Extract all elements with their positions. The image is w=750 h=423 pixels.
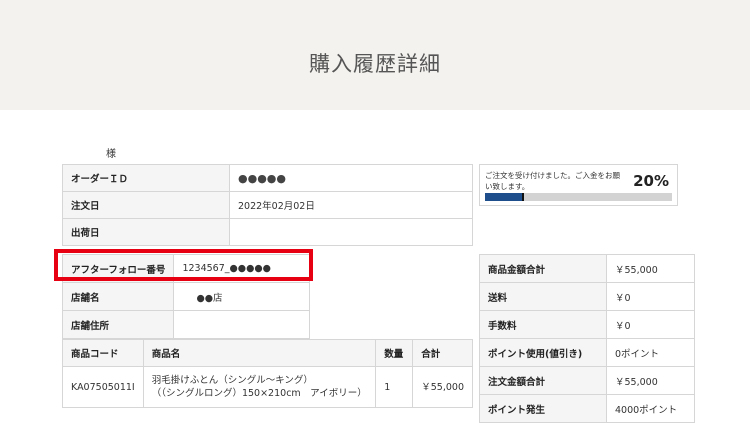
subtotal-value: ￥55,000 <box>606 254 695 283</box>
table-row: 送料 ￥0 <box>479 282 695 311</box>
order-id-label: オーダーＩＤ <box>62 164 230 192</box>
table-row: 手数料 ￥0 <box>479 310 695 339</box>
order-status-box: ご注文を受け付けました。ご入金をお願い致します。 20% <box>479 164 678 206</box>
table-row: ポイント発生 4000ポイント <box>479 394 695 423</box>
col-product-code: 商品コード <box>62 339 144 367</box>
shipping-value: ￥0 <box>606 282 695 311</box>
col-total: 合計 <box>412 339 473 367</box>
status-percent: 20% <box>633 172 669 190</box>
item-code: KA07505011I <box>62 366 144 408</box>
after-follow-highlight <box>54 249 313 281</box>
col-product-name: 商品名 <box>142 339 377 367</box>
page-title: 購入履歴詳細 <box>309 52 441 76</box>
item-name-line2: （（シングルロング）150×210cm アイボリー） <box>151 388 367 399</box>
fee-label: 手数料 <box>479 310 607 339</box>
table-row: 店舗名 ●●店 <box>61 282 310 311</box>
store-address-label: 店舗住所 <box>61 310 175 339</box>
item-total: ￥55,000 <box>412 366 473 408</box>
table-row: オーダーＩＤ ●●●●● <box>62 164 473 192</box>
table-row: KA07505011I 羽毛掛けふとん（シングル～キング） （（シングルロング）… <box>62 366 473 408</box>
table-row: 注文金額合計 ￥55,000 <box>479 366 695 395</box>
points-used-label: ポイント使用(値引き) <box>479 338 607 367</box>
subtotal-label: 商品金額合計 <box>479 254 607 283</box>
col-quantity: 数量 <box>375 339 414 367</box>
table-row: ポイント使用(値引き) 0ポイント <box>479 338 695 367</box>
store-name-value: ●●店 <box>173 282 310 311</box>
points-used-value: 0ポイント <box>606 338 695 367</box>
order-id-value: ●●●●● <box>229 164 473 192</box>
status-message: ご注文を受け付けました。ご入金をお願い致します。 <box>485 171 620 191</box>
item-quantity: 1 <box>375 366 414 408</box>
table-row: 注文日 2022年02月02日 <box>62 191 473 219</box>
order-date-value: 2022年02月02日 <box>229 191 473 219</box>
item-name: 羽毛掛けふとん（シングル～キング） （（シングルロング）150×210cm アイ… <box>142 366 377 408</box>
items-header-row: 商品コード 商品名 数量 合計 <box>62 339 473 367</box>
customer-name: 様 <box>106 149 116 160</box>
ship-date-label: 出荷日 <box>62 218 230 246</box>
points-earned-label: ポイント発生 <box>479 394 607 423</box>
store-address-value <box>173 310 310 339</box>
progress-track <box>485 193 672 201</box>
order-total-label: 注文金額合計 <box>479 366 607 395</box>
page-header: 購入履歴詳細 <box>0 0 750 110</box>
fee-value: ￥0 <box>606 310 695 339</box>
progress-fill <box>485 193 525 201</box>
items-table: 商品コード 商品名 数量 合計 KA07505011I 羽毛掛けふとん（シングル… <box>62 339 473 408</box>
table-row: 店舗住所 <box>61 310 310 339</box>
ship-date-value <box>229 218 473 246</box>
order-total-value: ￥55,000 <box>606 366 695 395</box>
store-name-label: 店舗名 <box>61 282 175 311</box>
order-date-label: 注文日 <box>62 191 230 219</box>
totals-table: 商品金額合計 ￥55,000 送料 ￥0 手数料 ￥0 ポイント使用(値引き) … <box>479 254 695 423</box>
item-name-line1: 羽毛掛けふとん（シングル～キング） <box>151 375 313 386</box>
order-info-table: オーダーＩＤ ●●●●● 注文日 2022年02月02日 出荷日 <box>62 164 473 246</box>
table-row: 出荷日 <box>62 218 473 246</box>
points-earned-value: 4000ポイント <box>606 394 695 423</box>
shipping-label: 送料 <box>479 282 607 311</box>
table-row: 商品金額合計 ￥55,000 <box>479 254 695 283</box>
